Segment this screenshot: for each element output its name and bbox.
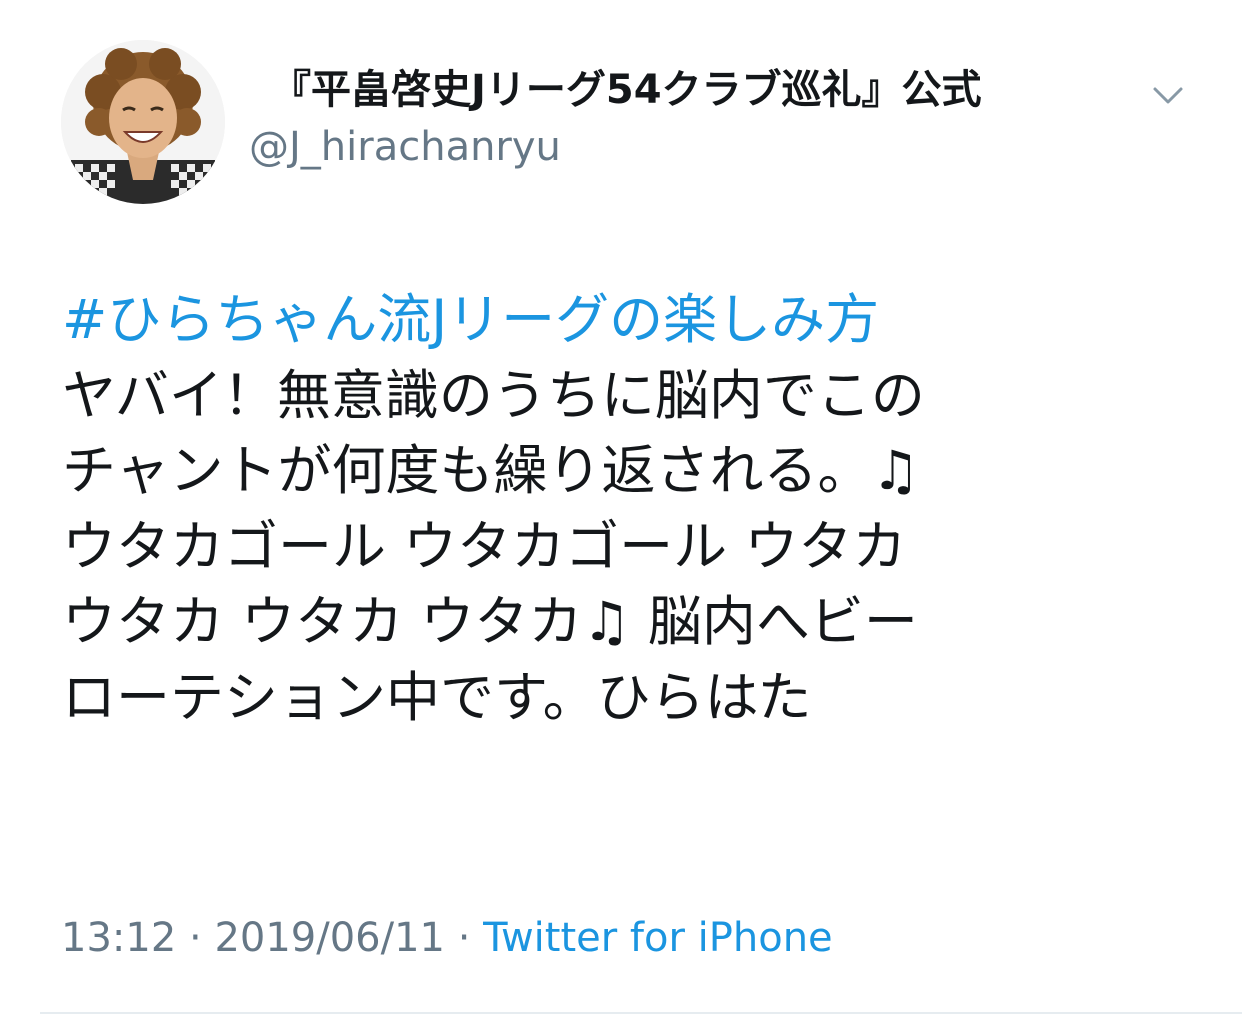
tweet-text-line: ローテション中です。ひらはた	[62, 665, 812, 729]
display-name[interactable]: 『平畠啓史Jリーグ54クラブ巡礼』公式	[271, 62, 982, 118]
tweet-text-line: ウタカ ウタカ ウタカ♫ 脳内へビー	[62, 590, 918, 653]
tweet-metadata: 13:12 · 2019/06/11 · Twitter for iPhone	[61, 910, 833, 966]
avatar-image	[61, 40, 225, 204]
tweet-text-line: チャントが何度も繰り返される。♫	[62, 439, 920, 502]
separator-dot: ·	[444, 915, 484, 961]
tweet-text-line: ヤバイ！無意識のうちに脳内でこの	[62, 363, 925, 427]
tweet-date[interactable]: 2019/06/11	[214, 915, 445, 961]
user-handle[interactable]: @J_hirachanryu	[249, 119, 561, 175]
tweet-time[interactable]: 13:12	[61, 915, 176, 961]
tweet-text: #ひらちゃん流Jリーグの楽しみ方 ヤバイ！無意識のうちに脳内でこの チャントが何…	[62, 282, 1202, 735]
separator-dot: ·	[176, 915, 215, 961]
tweet-text-line: ウタカゴール ウタカゴール ウタカ	[62, 514, 907, 578]
tweet-card: 『平畠啓史Jリーグ54クラブ巡礼』公式 @J_hirachanryu #ひらちゃ…	[0, 0, 1242, 1014]
source-link[interactable]: Twitter for iPhone	[483, 915, 833, 961]
avatar[interactable]	[61, 40, 225, 204]
hashtag-link[interactable]: #ひらちゃん流Jリーグの楽しみ方	[62, 282, 1202, 358]
chevron-down-icon[interactable]	[1148, 76, 1188, 116]
